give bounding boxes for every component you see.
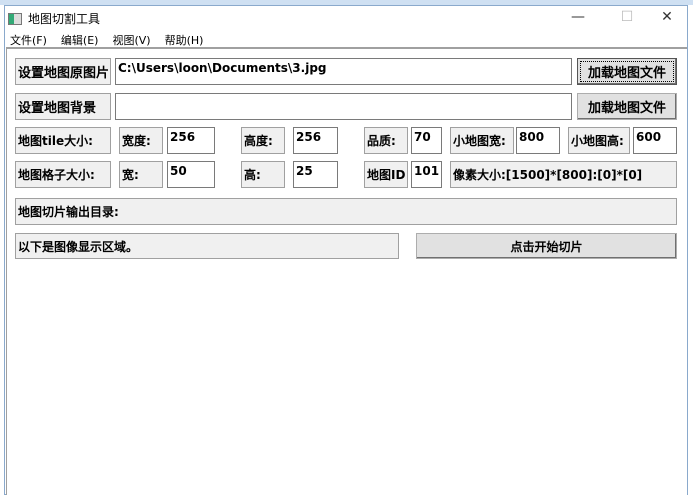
tile-size-label: 地图tile大小:	[15, 127, 111, 154]
quality-input[interactable]: 70	[411, 127, 442, 154]
title-bar: 地图切割工具	[8, 10, 100, 27]
minimap-height-label: 小地图高:	[568, 127, 630, 154]
source-image-path-input[interactable]: C:\Users\loon\Documents\3.jpg	[115, 58, 572, 85]
menu-view[interactable]: 视图(V)	[112, 32, 150, 48]
grid-height-input[interactable]: 25	[293, 161, 338, 188]
map-id-input[interactable]: 101	[411, 161, 442, 188]
menu-bar: 文件(F) 编辑(E) 视图(V) 帮助(H)	[10, 32, 203, 48]
minimap-height-input[interactable]: 600	[633, 127, 677, 154]
background-path-input[interactable]	[115, 93, 572, 120]
quality-label: 品质:	[364, 127, 408, 154]
menu-edit[interactable]: 编辑(E)	[61, 32, 99, 48]
output-dir-label: 地图切片输出目录:	[15, 198, 677, 225]
tile-height-input[interactable]: 256	[293, 127, 338, 154]
grid-size-label: 地图格子大小:	[15, 161, 111, 188]
tile-width-input[interactable]: 256	[167, 127, 215, 154]
start-slicing-button[interactable]: 点击开始切片	[416, 233, 677, 259]
minimap-width-label: 小地图宽:	[450, 127, 514, 154]
grid-width-input[interactable]: 50	[167, 161, 215, 188]
tile-height-label: 高度:	[241, 127, 285, 154]
map-id-label: 地图ID	[364, 161, 408, 188]
display-area-hint: 以下是图像显示区域。	[15, 233, 399, 259]
minimize-button[interactable]: —	[558, 6, 598, 28]
close-button[interactable]: ✕	[647, 6, 687, 28]
minimap-width-input[interactable]: 800	[516, 127, 560, 154]
menu-file[interactable]: 文件(F)	[10, 32, 47, 48]
source-image-label: 设置地图原图片	[15, 58, 111, 85]
grid-height-label: 高:	[241, 161, 285, 188]
background-label: 设置地图背景	[15, 93, 111, 120]
load-source-image-button[interactable]: 加载地图文件	[577, 58, 677, 85]
load-background-button[interactable]: 加载地图文件	[577, 93, 677, 120]
app-icon	[8, 12, 22, 25]
pixel-size-label: 像素大小:[1500]*[800]:[0]*[0]	[450, 161, 677, 188]
grid-width-label: 宽:	[119, 161, 163, 188]
tile-width-label: 宽度:	[119, 127, 163, 154]
window-title: 地图切割工具	[28, 12, 101, 26]
maximize-button[interactable]: ☐	[607, 6, 647, 28]
menu-help[interactable]: 帮助(H)	[165, 32, 204, 48]
